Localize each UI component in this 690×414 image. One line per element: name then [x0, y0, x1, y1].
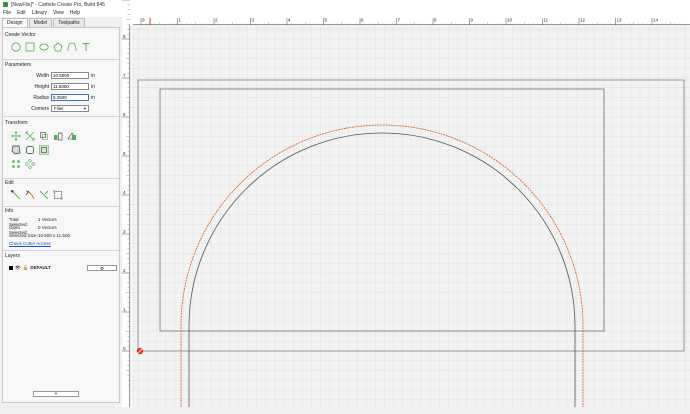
text-tool-icon[interactable] [81, 42, 91, 52]
join-icon[interactable] [39, 190, 49, 200]
fillet-icon[interactable] [25, 145, 35, 155]
boolean-icon[interactable] [39, 145, 49, 155]
eye-icon[interactable]: 👁 [15, 265, 21, 271]
menu-bar: File Edit Library View Help [0, 9, 690, 17]
chevron-down-icon: ▾ [83, 105, 86, 111]
lock-icon[interactable]: 🔒 [23, 265, 29, 271]
info-size-value: 10.500 x 11.500 [38, 233, 70, 238]
info-size-label: Selected Size: [9, 233, 38, 238]
divider [3, 206, 119, 207]
height-unit: in [91, 83, 95, 90]
array-icon[interactable] [11, 159, 21, 169]
menu-library[interactable]: Library [32, 10, 47, 16]
bounding-box-icon[interactable] [53, 190, 63, 200]
mirror-icon[interactable] [53, 131, 63, 141]
rectangle-tool-icon[interactable] [25, 42, 35, 52]
divider [3, 178, 119, 179]
corners-value: Fillet [54, 106, 64, 111]
design-canvas[interactable] [122, 17, 690, 407]
height-input[interactable] [51, 83, 89, 90]
corners-label: Corners [31, 105, 49, 112]
tab-design[interactable]: Design [2, 18, 28, 27]
section-info: Info [5, 208, 14, 214]
transform-tools-row1 [11, 131, 77, 141]
menu-file[interactable]: File [3, 10, 11, 16]
check-cutter-access-link[interactable]: Check Cutter Access [9, 241, 51, 246]
layer-name: DEFAULT [30, 265, 51, 270]
divider [3, 116, 119, 117]
panel-tabs: Design Model Toolpaths [2, 18, 85, 27]
width-label: Width [36, 72, 49, 79]
offset-icon[interactable] [11, 145, 21, 155]
width-input[interactable] [51, 72, 89, 79]
horizontal-ruler [133, 17, 690, 25]
polygon-tool-icon[interactable] [53, 42, 63, 52]
radius-input[interactable] [51, 94, 89, 101]
transform-tools-row3 [11, 159, 35, 169]
gear-icon: ⚙ [99, 265, 105, 271]
rotate-icon[interactable] [39, 131, 49, 141]
divider [3, 250, 119, 251]
radius-unit: in [91, 94, 95, 101]
curve-tool-icon[interactable] [67, 42, 77, 52]
add-layer-button[interactable]: + [33, 391, 79, 397]
section-edit: Edit [5, 180, 14, 186]
menu-help[interactable]: Help [70, 10, 80, 16]
design-panel: Create Vector Parameters Width in Height… [2, 27, 120, 403]
move-icon[interactable] [11, 131, 21, 141]
width-unit: in [91, 72, 95, 79]
circle-tool-icon[interactable] [11, 42, 21, 52]
node-edit-icon[interactable] [11, 190, 21, 200]
scale-icon[interactable] [25, 131, 35, 141]
menu-edit[interactable]: Edit [17, 10, 26, 16]
layer-color-swatch[interactable] [9, 265, 13, 270]
section-create-vector: Create Vector [5, 32, 36, 38]
divider [3, 59, 119, 60]
transform-tools-row2 [11, 145, 49, 155]
corners-row: Corners Fillet ▾ [23, 105, 89, 112]
section-parameters: Parameters [5, 62, 31, 68]
create-vector-tools [11, 42, 91, 52]
ruler-corner [122, 17, 133, 25]
height-label: Height [34, 83, 49, 90]
title-bar: [NewFile]* - Carbide Create Pro, Build 8… [0, 0, 690, 9]
vertical-ruler [122, 25, 130, 407]
section-layers: Layers [5, 253, 21, 259]
circular-array-icon[interactable] [25, 159, 35, 169]
trim-icon[interactable] [25, 190, 35, 200]
ellipse-tool-icon[interactable] [39, 42, 49, 52]
height-row: Height in [23, 83, 96, 90]
menu-view[interactable]: View [53, 10, 64, 16]
corners-select[interactable]: Fillet ▾ [51, 105, 89, 112]
layer-row[interactable]: 👁 🔒 DEFAULT ⚙ [9, 264, 117, 271]
width-row: Width in [23, 72, 96, 79]
window-title: [NewFile]* - Carbide Create Pro, Build 8… [11, 1, 105, 8]
app-logo-icon [3, 2, 8, 7]
section-transform: Transform [5, 120, 28, 126]
radius-label: Radius [33, 94, 49, 101]
edit-tools [11, 190, 63, 200]
layer-settings-button[interactable]: ⚙ [87, 264, 117, 271]
radius-row: Radius in [23, 94, 96, 101]
tab-toolpaths[interactable]: Toolpaths [53, 18, 85, 27]
align-icon[interactable] [67, 131, 77, 141]
info-size-row: Selected Size: 10.500 x 11.500 [9, 233, 70, 238]
tab-model[interactable]: Model [28, 18, 53, 27]
